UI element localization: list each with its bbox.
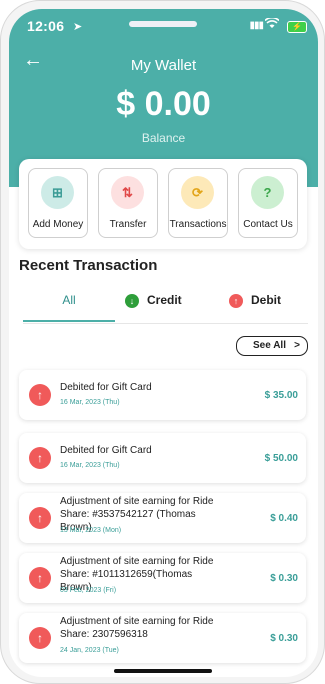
transaction-amount: $ 0.30 xyxy=(270,633,298,644)
transaction-card[interactable]: ↑ Debited for Gift Card 16 Mar, 2023 (Th… xyxy=(19,370,306,420)
transactions-button[interactable]: ⟳ Transactions xyxy=(168,168,228,238)
transaction-card[interactable]: ↑ Adjustment of site earning for Ride Sh… xyxy=(19,613,306,663)
transaction-filter-tabs: All ↓ Credit ↑ Debit xyxy=(23,290,308,324)
transaction-date: 16 Mar, 2023 (Thu) xyxy=(60,399,120,406)
see-all-button[interactable]: See All > xyxy=(236,336,308,356)
transaction-amount: $ 35.00 xyxy=(264,390,298,401)
transaction-date: 13 Mar, 2023 (Mon) xyxy=(60,527,122,534)
section-title: Recent Transaction xyxy=(19,257,158,274)
signal-icon: ▮▮▮ xyxy=(249,20,263,31)
transactions-icon: ⟳ xyxy=(181,176,214,209)
credit-arrow-icon: ↓ xyxy=(125,293,139,308)
chevron-right-icon: > xyxy=(294,340,300,351)
debit-arrow-icon: ↑ xyxy=(229,293,243,308)
action-label: Transactions xyxy=(169,219,227,230)
debit-arrow-icon: ↑ xyxy=(29,384,51,406)
transaction-card[interactable]: ↑ Adjustment of site earning for Ride Sh… xyxy=(19,493,306,543)
app-screen: 12:06 ➤ ▮▮▮ ⚡ ← My Wallet $ 0.00 Balance… xyxy=(9,9,318,677)
transaction-amount: $ 0.30 xyxy=(270,573,298,584)
transaction-description: Debited for Gift Card xyxy=(60,382,152,393)
balance-label: Balance xyxy=(141,131,186,145)
tab-label: Credit xyxy=(147,293,182,307)
debit-arrow-icon: ↑ xyxy=(29,567,51,589)
debit-arrow-icon: ↑ xyxy=(29,507,51,529)
transaction-date: 03 Feb, 2023 (Fri) xyxy=(60,587,117,594)
transaction-description: Debited for Gift Card xyxy=(60,445,152,456)
transfer-icon: ⇅ xyxy=(111,176,144,209)
transaction-card[interactable]: ↑ Debited for Gift Card 16 Mar, 2023 (Th… xyxy=(19,433,306,483)
debit-arrow-icon: ↑ xyxy=(29,627,51,649)
transfer-button[interactable]: ⇅ Transfer xyxy=(98,168,158,238)
action-label: Transfer xyxy=(109,219,147,230)
quick-actions-panel: ⊞ Add Money ⇅ Transfer ⟳ Transactions ? … xyxy=(19,159,307,249)
help-icon: ? xyxy=(251,176,284,209)
tab-label: Debit xyxy=(251,293,281,307)
transaction-description: Adjustment of site earning for Ride Shar… xyxy=(60,616,214,640)
action-label: Contact Us xyxy=(243,219,293,230)
action-label: Add Money xyxy=(32,219,84,230)
battery-icon: ⚡ xyxy=(287,21,307,33)
wifi-icon xyxy=(264,16,280,32)
tab-all[interactable]: All xyxy=(23,290,115,322)
debit-arrow-icon: ↑ xyxy=(29,447,51,469)
transaction-amount: $ 50.00 xyxy=(264,453,298,464)
balance-amount: $ 0.00 xyxy=(116,85,211,123)
wallet-plus-icon: ⊞ xyxy=(41,176,74,209)
status-time: 12:06 xyxy=(27,18,65,34)
transaction-date: 24 Jan, 2023 (Tue) xyxy=(60,647,119,654)
phone-frame: 12:06 ➤ ▮▮▮ ⚡ ← My Wallet $ 0.00 Balance… xyxy=(0,0,325,684)
transaction-amount: $ 0.40 xyxy=(270,513,298,524)
add-money-button[interactable]: ⊞ Add Money xyxy=(28,168,88,238)
tab-label: All xyxy=(62,293,76,307)
page-title: My Wallet xyxy=(130,57,197,74)
location-arrow-icon: ➤ xyxy=(73,21,83,33)
see-all-label: See All xyxy=(253,340,286,351)
dynamic-island xyxy=(129,21,197,27)
contact-us-button[interactable]: ? Contact Us xyxy=(238,168,298,238)
tab-debit[interactable]: ↑ Debit xyxy=(229,290,281,320)
transaction-card[interactable]: ↑ Adjustment of site earning for Ride Sh… xyxy=(19,553,306,603)
home-indicator[interactable] xyxy=(114,669,212,673)
tab-credit[interactable]: ↓ Credit xyxy=(125,290,182,320)
transaction-date: 16 Mar, 2023 (Thu) xyxy=(60,462,120,469)
